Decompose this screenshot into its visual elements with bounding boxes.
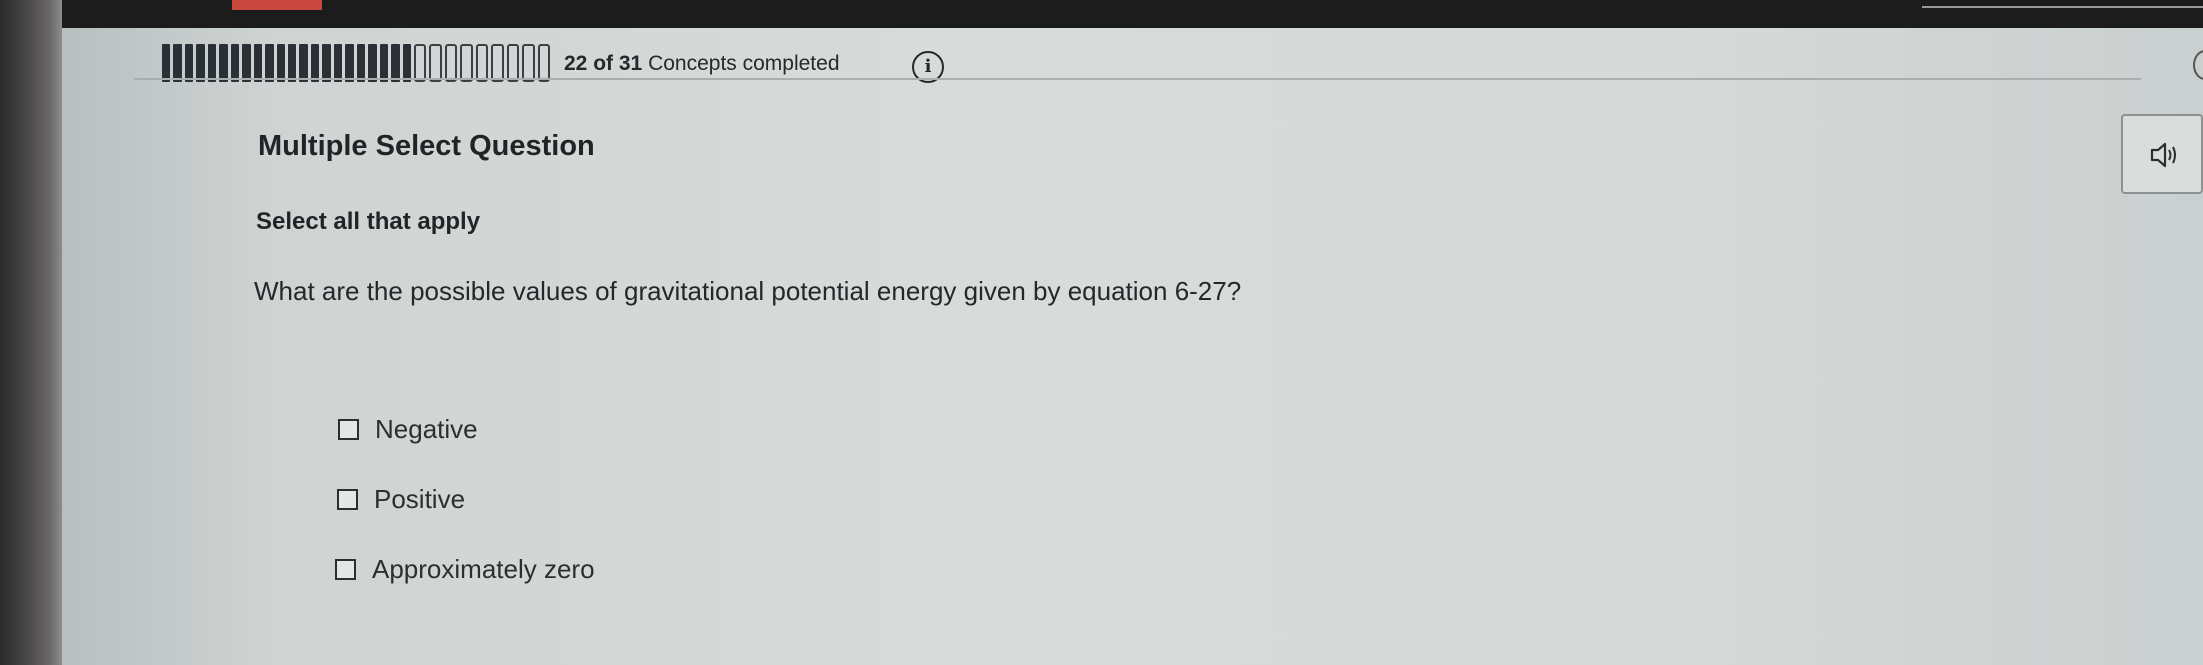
progress-segment-complete [287,44,297,82]
progress-segment-complete [219,44,228,82]
progress-bar [162,44,551,82]
progress-segment-complete [207,44,217,82]
progress-segment-complete [184,44,194,82]
top-edge-line [1922,6,2203,8]
progress-segment-complete [402,44,411,82]
question-prompt: What are the possible values of gravitat… [254,276,1242,306]
progress-segment-complete [196,44,205,82]
progress-segment-incomplete [429,44,442,82]
progress-segment-complete [173,44,182,82]
progress-segment-incomplete [522,44,535,82]
monitor-bezel-left [0,0,62,665]
progress-segment-complete [379,44,389,82]
progress-suffix: Concepts completed [648,52,840,75]
progress-segment-incomplete [537,44,551,82]
progress-segment-complete [310,44,320,82]
progress-segment-incomplete [444,44,458,82]
progress-segment-complete [345,44,354,82]
top-red-tab [232,0,322,10]
option-label: Approximately zero [372,554,595,584]
progress-segment-complete [276,44,285,82]
question-type-title: Multiple Select Question [258,130,595,162]
progress-segment-complete [356,44,366,82]
header-divider [134,78,2141,80]
progress-segment-complete [391,44,400,82]
progress-segment-incomplete [475,44,489,82]
read-aloud-button[interactable] [2121,114,2203,194]
instruction-text: Select all that apply [256,208,481,235]
progress-segment-complete [265,44,274,82]
progress-segment-complete [230,44,240,82]
option-label: Negative [375,414,478,444]
option-negative[interactable]: Negative [338,414,478,445]
progress-segment-complete [253,44,263,82]
option-positive[interactable]: Positive [337,484,465,515]
progress-segment-complete [322,44,331,82]
progress-segment-incomplete [491,44,504,82]
progress-text: 22 of 31 Concepts completed [564,52,840,76]
option-approximately-zero[interactable]: Approximately zero [335,554,595,585]
progress-segment-incomplete [460,44,473,82]
progress-segment-complete [368,44,377,82]
checkbox[interactable] [337,489,358,510]
option-label: Positive [374,484,466,514]
progress-segment-complete [162,44,171,82]
speaker-icon [2150,142,2176,168]
checkbox[interactable] [335,559,356,580]
progress-segment-complete [242,44,251,82]
progress-segment-complete [333,44,343,82]
monitor-bezel-top [62,0,2203,30]
progress-segment-complete [299,44,308,82]
progress-segment-incomplete [506,44,520,82]
progress-segment-incomplete [413,44,427,82]
progress-count: 22 of 31 [564,52,643,75]
checkbox[interactable] [338,419,359,440]
